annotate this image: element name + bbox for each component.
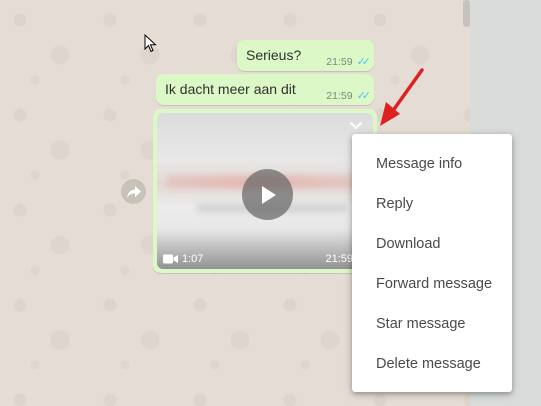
video-thumbnail[interactable]: 1:07 21:59 [157, 113, 373, 269]
play-button[interactable] [242, 169, 293, 220]
duration-text: 1:07 [182, 253, 204, 265]
read-ticks-icon: ✓✓ [356, 56, 372, 68]
menu-item-delete-message[interactable]: Delete message [352, 344, 512, 384]
chevron-down-icon[interactable] [345, 115, 367, 135]
menu-item-forward-message[interactable]: Forward message [352, 264, 512, 304]
video-duration: 1:07 [163, 253, 203, 265]
menu-item-reply[interactable]: Reply [352, 184, 512, 224]
forward-icon[interactable] [121, 179, 146, 204]
video-camera-icon [163, 254, 178, 264]
message-context-menu: Message info Reply Download Forward mess… [352, 134, 512, 392]
menu-item-download[interactable]: Download [352, 224, 512, 264]
message-time: 21:59 [326, 55, 353, 68]
chat-scrollbar[interactable] [463, 0, 470, 27]
message-bubble[interactable]: Serieus? 21:59 ✓✓ [237, 40, 374, 71]
mouse-cursor-icon [144, 34, 157, 53]
menu-item-star-message[interactable]: Star message [352, 304, 512, 344]
video-message[interactable]: 1:07 21:59 [153, 109, 377, 273]
message-meta: 21:59 ✓✓ [326, 55, 372, 69]
message-time: 21:59 [325, 253, 353, 265]
message-bubble[interactable]: Ik dacht meer aan dit 21:59 ✓✓ [156, 74, 374, 105]
annotation-arrow-icon [380, 68, 424, 126]
read-ticks-icon: ✓✓ [356, 90, 372, 102]
play-icon [261, 185, 276, 204]
message-text: Serieus? [246, 47, 302, 63]
message-time: 21:59 [326, 89, 353, 102]
message-meta: 21:59 ✓✓ [326, 89, 372, 103]
menu-item-message-info[interactable]: Message info [352, 144, 512, 184]
message-text: Ik dacht meer aan dit [165, 81, 296, 97]
